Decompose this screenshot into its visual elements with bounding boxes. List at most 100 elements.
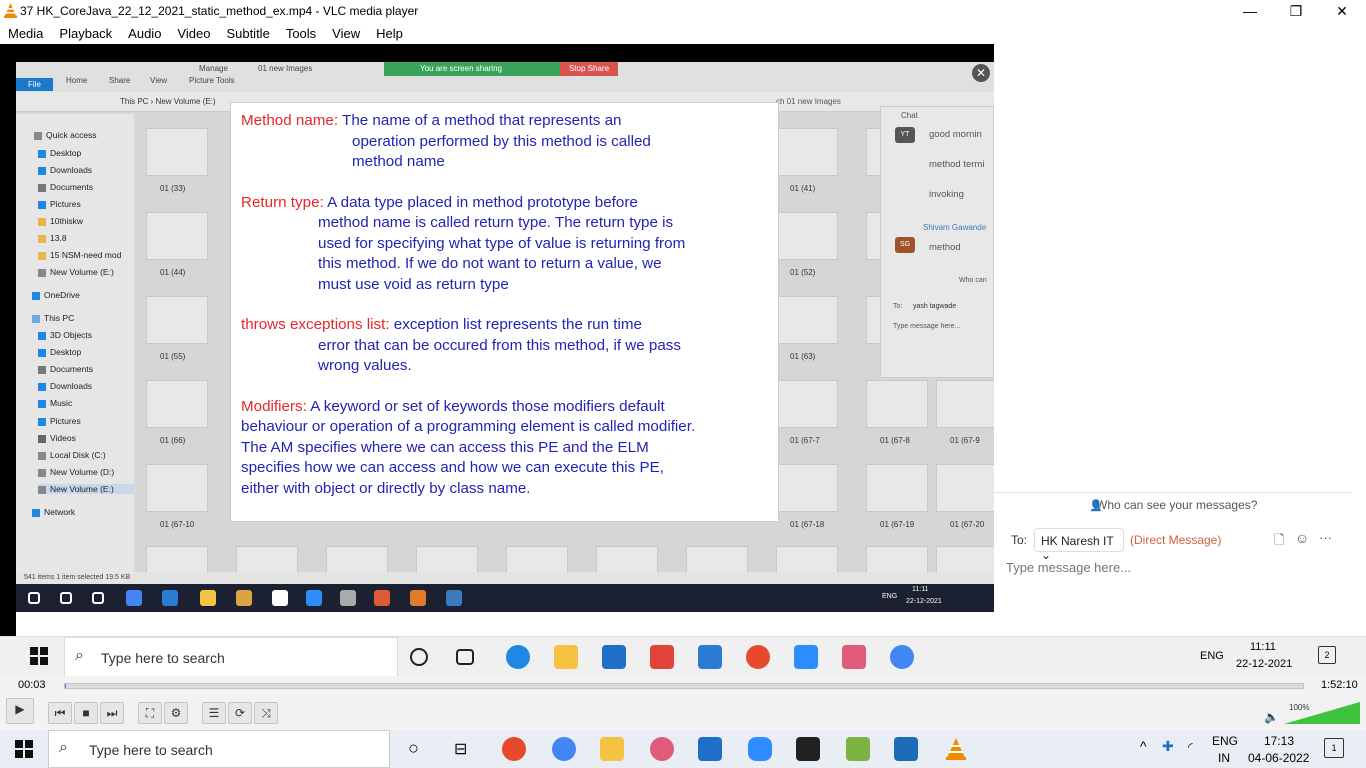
inner-chat-to: To:: [893, 303, 903, 310]
menu-audio[interactable]: Audio: [120, 23, 169, 44]
menu-view[interactable]: View: [324, 23, 368, 44]
chevron-up-icon[interactable]: ^: [1140, 738, 1147, 754]
clock-time[interactable]: 17:13: [1264, 734, 1294, 748]
task-view-icon[interactable]: ⊟: [454, 739, 467, 759]
nav-item: 10thiskw: [38, 216, 83, 226]
shuffle-button[interactable]: ⤨: [254, 702, 278, 724]
vlc-icon[interactable]: [944, 737, 968, 761]
folder-icon: [38, 365, 46, 374]
previous-button[interactable]: ⏮: [48, 702, 72, 724]
nav-item-label: Documents: [50, 364, 93, 374]
stream-search-box: ⌕ Type here to search: [64, 637, 398, 677]
slide-line: error that can be occured from this meth…: [318, 336, 681, 354]
nav-item-label: Music: [50, 398, 73, 408]
ribbon-tab-view: View: [150, 76, 168, 85]
plus-icon[interactable]: ✚: [1162, 738, 1174, 755]
vlc-cone-icon: [4, 3, 17, 18]
more-icon[interactable]: ···: [1319, 530, 1332, 545]
inner-lang: ENG: [882, 593, 898, 600]
inner-chat-message: method: [929, 242, 961, 253]
photos-icon[interactable]: [894, 737, 918, 761]
recipient-dropdown[interactable]: HK Naresh IT ⌄: [1034, 528, 1124, 562]
inner-clock-time: 11:11: [912, 586, 929, 593]
stop-button[interactable]: ■: [74, 702, 98, 724]
extended-settings-button[interactable]: ⚙: [164, 702, 188, 724]
clock-date[interactable]: 04-06-2022: [1248, 751, 1309, 765]
file-explorer-icon[interactable]: [600, 737, 624, 761]
slide-line: A keyword or set of keywords those modif…: [310, 397, 665, 415]
fullscreen-button[interactable]: ⛶: [138, 702, 162, 724]
slide-section-method-name: Method name: The name of a method that r…: [241, 111, 768, 173]
image-thumbnail: [776, 128, 838, 176]
folder-icon: [38, 251, 46, 260]
play-button[interactable]: ▶: [6, 698, 34, 724]
snipping-tool-icon[interactable]: [650, 737, 674, 761]
wifi-icon[interactable]: ◜: [1188, 740, 1193, 754]
slide-line: behaviour or operation of a programming …: [241, 418, 696, 435]
folder-icon: [38, 468, 46, 477]
emoji-icon[interactable]: ☺: [1295, 530, 1309, 546]
menu-playback[interactable]: Playback: [51, 23, 120, 44]
cortana-icon[interactable]: ○: [408, 738, 419, 759]
region-label[interactable]: IN: [1218, 751, 1230, 765]
store-icon[interactable]: [698, 737, 722, 761]
recorder-icon[interactable]: [502, 737, 526, 761]
nav-item: Downloads: [38, 165, 92, 175]
file-icon[interactable]: 🗋: [1274, 531, 1284, 553]
folder-icon: [32, 314, 40, 323]
taskbar-search-box[interactable]: ⌕ Type here to search: [48, 730, 390, 768]
total-time[interactable]: 1:52:10: [1321, 679, 1358, 691]
thumbnail-label: 01 (67-18: [790, 520, 825, 529]
presentation-slide: Method name: The name of a method that r…: [230, 102, 779, 522]
speaker-icon[interactable]: 🔈: [1264, 710, 1279, 724]
image-thumbnail: [146, 464, 208, 512]
menu-help[interactable]: Help: [368, 23, 411, 44]
minimize-button[interactable]: —: [1227, 0, 1273, 23]
nav-item: Videos: [38, 433, 76, 443]
sticky-notes-icon[interactable]: [796, 737, 820, 761]
thumbnail-label: 01 (52): [790, 268, 816, 277]
close-icon: ✕: [972, 64, 990, 82]
thumbnail-label: 01 (67-9: [950, 436, 980, 445]
chrome-icon[interactable]: [552, 737, 576, 761]
volume-slider[interactable]: [1284, 702, 1362, 726]
file-explorer-icon: [554, 645, 578, 669]
nav-item: Documents: [38, 364, 93, 374]
menu-tools[interactable]: Tools: [278, 23, 324, 44]
avatar: SG: [895, 237, 915, 253]
edge-icon: [506, 645, 530, 669]
nav-item-label: Network: [44, 507, 76, 517]
video-letterbox-left: [0, 44, 16, 636]
nav-item-label: OneDrive: [44, 290, 80, 300]
app-icon: [410, 590, 426, 606]
search-box-hint: ch 01 new Images: [776, 97, 841, 106]
slide-term: Return type:: [241, 193, 324, 211]
notification-icon[interactable]: 1: [1324, 738, 1344, 758]
who-can-see-link[interactable]: Who can see your messages?: [1096, 498, 1257, 512]
whiteboard-icon[interactable]: [846, 737, 870, 761]
playlist-button[interactable]: ☰: [202, 702, 226, 724]
windows-start-icon[interactable]: [15, 740, 33, 758]
image-thumbnail: [866, 464, 928, 512]
nav-item: 13.8: [38, 233, 67, 243]
folder-icon: [38, 268, 46, 277]
next-button[interactable]: ⏭: [100, 702, 124, 724]
loop-button[interactable]: ⟳: [228, 702, 252, 724]
slide-line: exception list represents the run time: [393, 316, 642, 333]
zoom-icon[interactable]: [748, 737, 772, 761]
stream-clock-time: 11:11: [1250, 641, 1276, 653]
menu-subtitle[interactable]: Subtitle: [218, 23, 277, 44]
inner-chat-who-can: Who can: [959, 277, 987, 284]
lang-label[interactable]: ENG: [1212, 734, 1238, 748]
maximize-button[interactable]: ❐: [1273, 0, 1319, 23]
chat-message-input[interactable]: [1006, 555, 1346, 579]
folder-icon: [34, 131, 42, 140]
folder-title: 01 new Images: [258, 64, 313, 73]
menu-media[interactable]: Media: [0, 23, 51, 44]
close-button[interactable]: ✕: [1319, 0, 1365, 23]
seek-slider[interactable]: [64, 683, 1304, 689]
slide-line: specifies how we can access and how we c…: [241, 459, 664, 476]
nav-item-label: This PC: [44, 313, 75, 323]
menu-video[interactable]: Video: [169, 23, 218, 44]
nav-item: New Volume (E:): [38, 267, 114, 277]
